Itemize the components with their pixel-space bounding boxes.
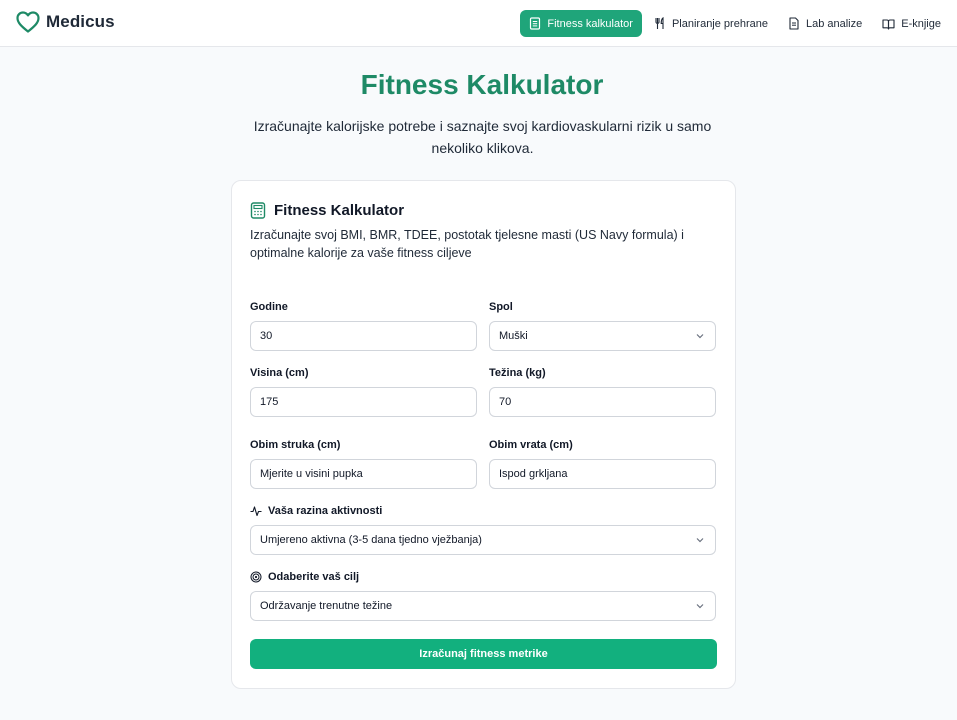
waist-input[interactable]: Mjerite u visini pupka (250, 459, 477, 489)
card-header: Fitness Kalkulator (250, 202, 404, 219)
age-input[interactable]: 30 (250, 321, 477, 351)
chevron-down-icon (696, 604, 704, 609)
waist-label: Obim struka (cm) (250, 439, 341, 451)
weight-value: 70 (499, 396, 512, 408)
book-icon (882, 18, 895, 30)
main-nav: Fitness kalkulator Planiranje prehrane L… (520, 10, 949, 37)
calculator-icon (250, 202, 266, 219)
document-icon (789, 17, 799, 30)
height-value: 175 (260, 396, 279, 408)
goal-label: Odaberite vaš cilj (250, 571, 359, 583)
page-subtitle: Izračunajte kalorijske potrebe i saznajt… (253, 118, 712, 156)
neck-label: Obim vrata (cm) (489, 439, 573, 451)
height-label: Visina (cm) (250, 367, 309, 379)
sex-label: Spol (489, 301, 513, 313)
height-input[interactable]: 175 (250, 387, 477, 417)
weight-input[interactable]: 70 (489, 387, 716, 417)
goal-select[interactable]: Održavanje trenutne težine (250, 591, 716, 621)
nav-fitness-kalkulator[interactable]: Fitness kalkulator (520, 10, 642, 37)
brand-logo[interactable]: Medicus (16, 11, 115, 33)
goal-label-text: Odaberite vaš cilj (268, 571, 360, 583)
activity-label-text: Vaša razina aktivnosti (268, 505, 383, 517)
card-title: Fitness Kalkulator (274, 202, 405, 219)
neck-input[interactable]: Ispod grkljana (489, 459, 716, 489)
clipboard-icon (530, 17, 541, 30)
nav-planiranje-prehrane[interactable]: Planiranje prehrane (646, 10, 776, 37)
sex-value: Muški (499, 330, 528, 342)
page-title: Fitness Kalkulator (360, 69, 604, 100)
nav-label: Planiranje prehrane (671, 17, 768, 30)
nav-lab-analize[interactable]: Lab analize (780, 10, 870, 37)
nav-label: Lab analize (805, 17, 863, 30)
activity-icon (250, 506, 262, 517)
age-label: Godine (250, 301, 288, 313)
heart-icon (16, 11, 40, 33)
nav-label: Fitness kalkulator (547, 17, 633, 30)
activity-label: Vaša razina aktivnosti (250, 505, 382, 517)
goal-value: Održavanje trenutne težine (260, 600, 393, 612)
sex-select[interactable]: Muški (489, 321, 716, 351)
calculator-card: Fitness Kalkulator Izračunajte svoj BMI,… (231, 180, 736, 689)
chevron-down-icon (696, 538, 704, 543)
utensils-icon (655, 17, 664, 29)
target-icon (250, 571, 262, 583)
weight-label: Težina (kg) (489, 367, 546, 379)
activity-value: Umjereno aktivna (3-5 dana tjedno vježba… (260, 534, 482, 546)
brand-name: Medicus (46, 12, 115, 31)
calculate-button[interactable]: Izračunaj fitness metrike (250, 639, 717, 669)
nav-e-knjige[interactable]: E-knjige (874, 10, 949, 37)
top-navbar: Medicus Fitness kalkulator Planiranje pr… (0, 0, 957, 47)
neck-placeholder: Ispod grkljana (499, 468, 568, 480)
waist-placeholder: Mjerite u visini pupka (260, 468, 363, 480)
card-description: Izračunajte svoj BMI, BMR, TDEE, postota… (250, 228, 684, 260)
age-value: 30 (260, 330, 273, 342)
chevron-down-icon (696, 334, 704, 339)
activity-select[interactable]: Umjereno aktivna (3-5 dana tjedno vježba… (250, 525, 716, 555)
nav-label: E-knjige (901, 17, 941, 30)
